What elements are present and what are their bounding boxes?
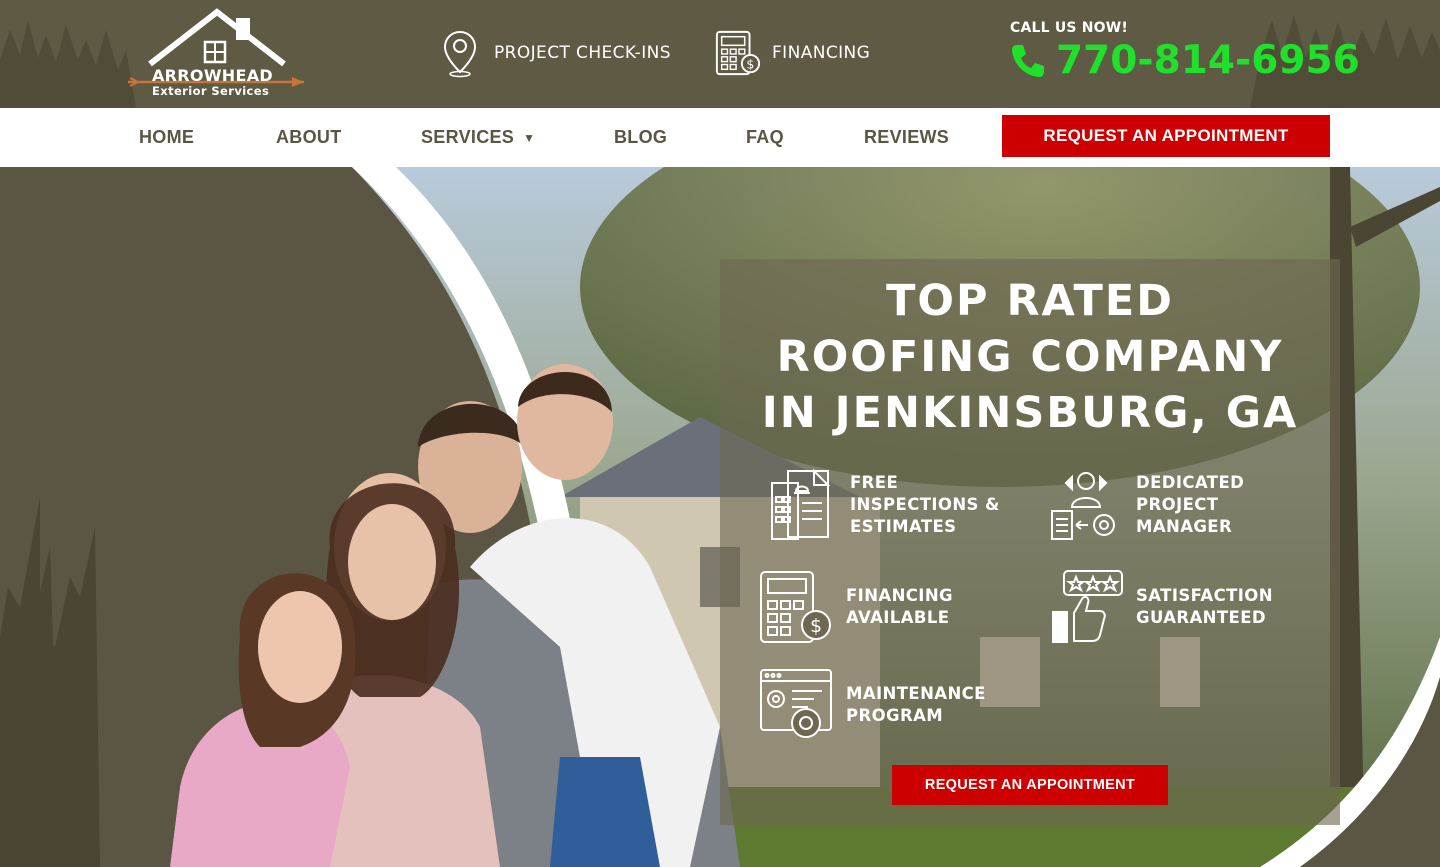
top-header: ARROWHEAD Exterior Services PROJECT CHEC… bbox=[0, 0, 1440, 108]
project-manager-icon bbox=[1051, 472, 1115, 540]
hero-section: TOP RATED ROOFING COMPANY IN JENKINSBURG… bbox=[0, 167, 1440, 867]
feature-financing-label: FINANCING AVAILABLE bbox=[846, 586, 953, 627]
feature-maintenance-label: MAINTENANCE PROGRAM bbox=[846, 684, 986, 725]
feature-financing: $ FINANCING AVAILABLE bbox=[758, 569, 953, 645]
nav-reviews[interactable]: REVIEWS bbox=[864, 127, 949, 148]
feature-free-inspections-label: FREE INSPECTIONS & ESTIMATES bbox=[850, 473, 1000, 536]
hero-title-line-2: ROOFING COMPANY bbox=[776, 332, 1284, 382]
inspection-clipboard-icon bbox=[771, 468, 831, 540]
call-us-label: CALL US NOW! bbox=[1010, 20, 1128, 36]
chevron-down-icon: ▼ bbox=[523, 130, 536, 145]
nav-services[interactable]: SERVICES ▼ bbox=[421, 127, 535, 148]
feature-project-manager: DEDICATED PROJECT MANAGER bbox=[1048, 467, 1244, 543]
location-pin-icon bbox=[443, 30, 477, 78]
nav-faq[interactable]: FAQ bbox=[746, 127, 784, 148]
maintenance-gear-icon bbox=[760, 669, 832, 738]
nav-blog[interactable]: BLOG bbox=[614, 127, 667, 148]
svg-text:$: $ bbox=[746, 56, 754, 71]
logo-wordmark: ARROWHEAD bbox=[152, 66, 273, 85]
main-navigation: HOME ABOUT SERVICES ▼ BLOG FAQ REVIEWS R… bbox=[0, 108, 1440, 167]
hero-info-card: TOP RATED ROOFING COMPANY IN JENKINSBURG… bbox=[720, 259, 1340, 825]
request-appointment-button[interactable]: REQUEST AN APPOINTMENT bbox=[1002, 115, 1330, 157]
hero-title: TOP RATED ROOFING COMPANY IN JENKINSBURG… bbox=[720, 273, 1340, 441]
financing-link[interactable]: $ FINANCING bbox=[714, 28, 870, 78]
hero-request-appointment-button[interactable]: REQUEST AN APPOINTMENT bbox=[892, 765, 1168, 805]
phone-icon bbox=[1012, 44, 1044, 77]
feature-free-inspections: FREE INSPECTIONS & ESTIMATES bbox=[762, 467, 1000, 543]
calculator-dollar-icon: $ bbox=[715, 30, 761, 76]
svg-text:$: $ bbox=[810, 615, 822, 637]
feature-project-manager-label: DEDICATED PROJECT MANAGER bbox=[1136, 473, 1245, 536]
phone-number-link[interactable]: 770-814-6956 bbox=[1008, 38, 1360, 83]
nav-services-label: SERVICES bbox=[421, 127, 515, 147]
project-check-ins-link[interactable]: PROJECT CHECK-INS bbox=[436, 28, 671, 78]
nav-home[interactable]: HOME bbox=[139, 127, 194, 148]
thumbs-up-stars-icon bbox=[1052, 570, 1123, 643]
feature-maintenance: MAINTENANCE PROGRAM bbox=[758, 667, 986, 743]
feature-satisfaction-label: SATISFACTION GUARANTEED bbox=[1136, 586, 1273, 627]
nav-about[interactable]: ABOUT bbox=[276, 127, 342, 148]
feature-satisfaction: SATISFACTION GUARANTEED bbox=[1048, 569, 1273, 645]
project-check-ins-label: PROJECT CHECK-INS bbox=[494, 43, 671, 63]
hero-title-line-3: IN JENKINSBURG, GA bbox=[761, 388, 1299, 438]
calculator-dollar-icon: $ bbox=[760, 571, 831, 643]
logo-tagline: Exterior Services bbox=[152, 84, 270, 98]
phone-number: 770-814-6956 bbox=[1056, 38, 1360, 83]
hero-title-line-1: TOP RATED bbox=[886, 276, 1174, 326]
financing-label: FINANCING bbox=[772, 43, 871, 63]
